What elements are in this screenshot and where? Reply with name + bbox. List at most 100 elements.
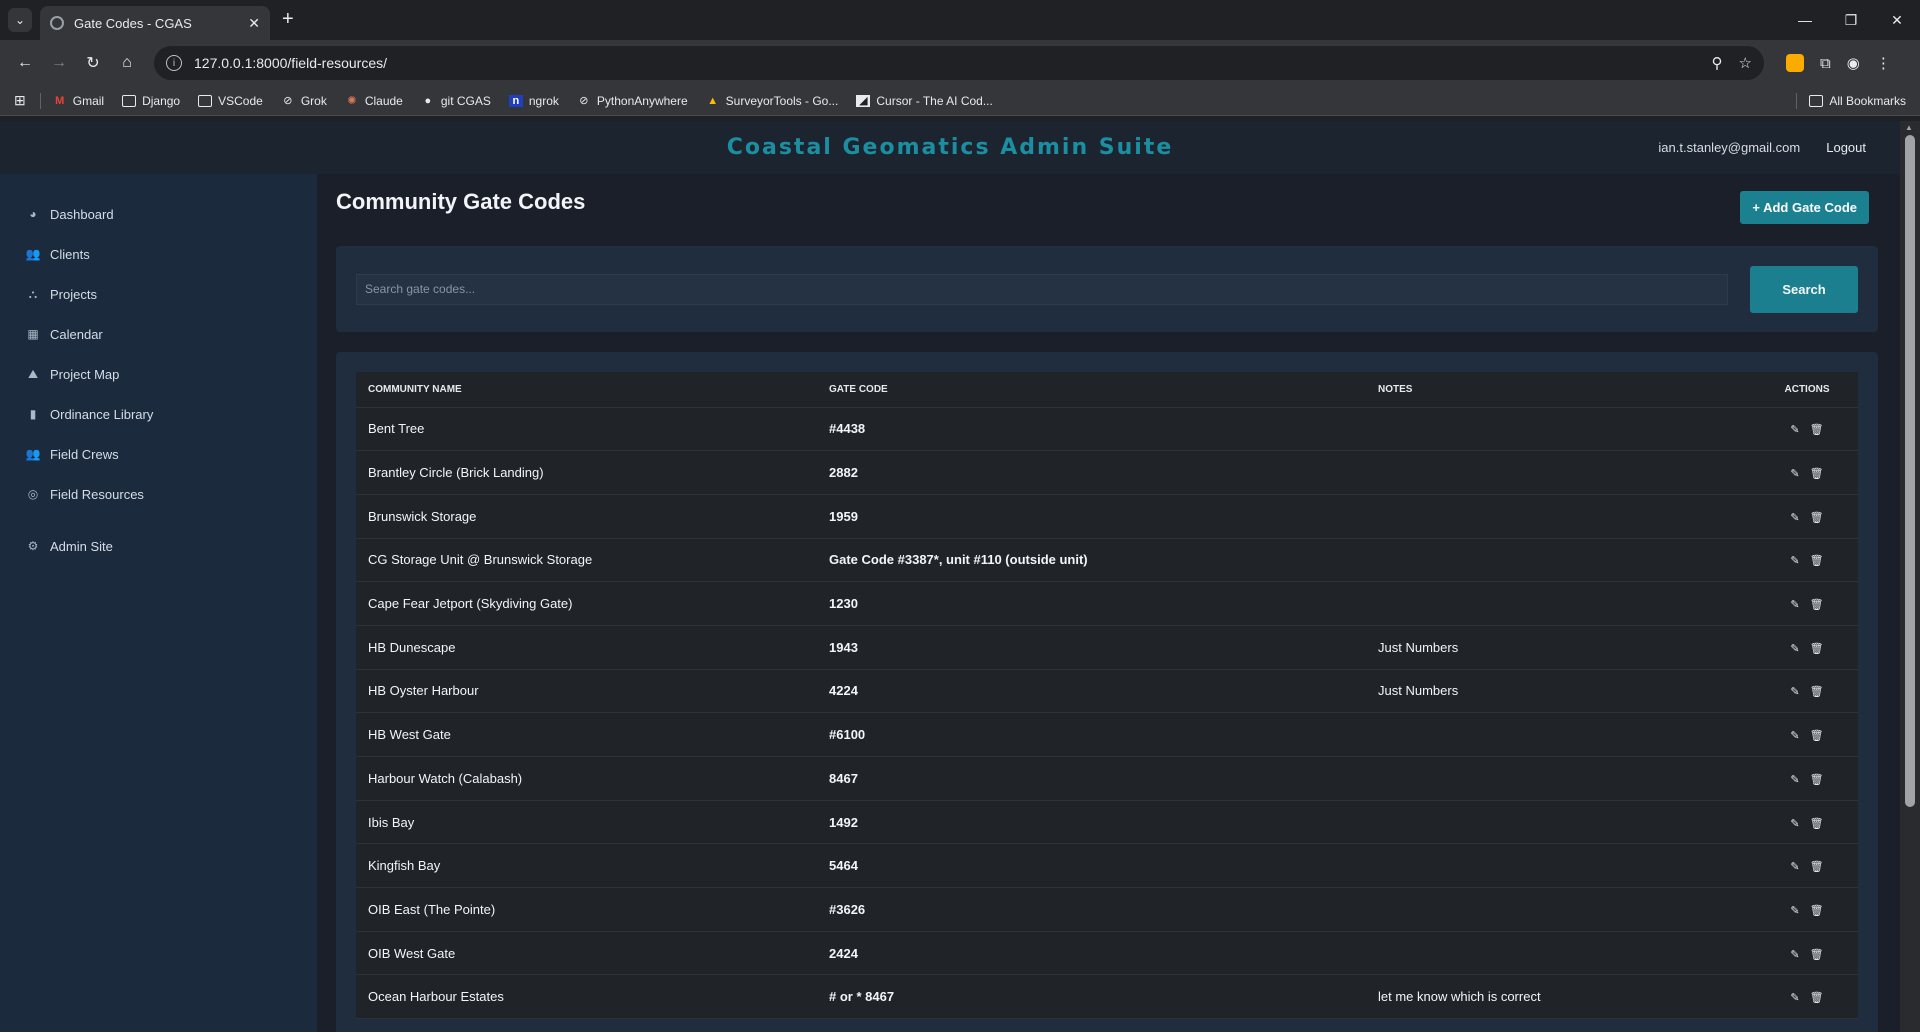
delete-icon[interactable]: 🗑 [1810,729,1824,742]
notes-cell [1366,712,1756,757]
edit-icon[interactable]: ✎ [1790,948,1799,961]
brand-title[interactable]: Coastal Geomatics Admin Suite [727,135,1174,160]
project-diagram-icon: ⛬ [28,286,38,301]
column-header-actions: ACTIONS [1756,372,1858,408]
close-window-button[interactable]: ✕ [1874,0,1920,40]
table-row: Harbour Watch (Calabash) 8467 ✎ 🗑 [356,756,1858,801]
profile-icon[interactable]: ◉ [1847,54,1860,72]
puzzle-icon[interactable]: ⧉ [1820,55,1831,72]
logout-link[interactable]: Logout [1826,140,1866,155]
sidebar-item-project-map[interactable]: ⛰ Project Map [0,354,317,394]
actions-cell: ✎ 🗑 [1756,450,1858,495]
delete-icon[interactable]: 🗑 [1810,904,1824,917]
sidebar-item-ordinance-library[interactable]: ▮ Ordinance Library [0,394,317,434]
address-bar[interactable]: i 127.0.0.1:8000/field-resources/ ⚲ ☆ [154,46,1764,80]
edit-icon[interactable]: ✎ [1790,729,1799,742]
main-content: Community Gate Codes + Add Gate Code Sea… [317,174,1900,1032]
community-name-cell: Ibis Bay [356,800,817,845]
scrollbar-thumb[interactable] [1905,135,1915,807]
minimize-button[interactable]: — [1782,0,1828,40]
edit-icon[interactable]: ✎ [1790,642,1799,655]
menu-dots-icon[interactable]: ⋮ [1876,54,1891,72]
search-button[interactable]: Search [1750,265,1858,313]
new-tab-button[interactable]: + [282,8,294,31]
community-name-cell: HB Dunescape [356,625,817,670]
browser-tab[interactable]: Gate Codes - CGAS ✕ [40,6,270,40]
bookmark-ngrok[interactable]: n ngrok [508,94,559,108]
delete-icon[interactable]: 🗑 [1810,467,1824,480]
zoom-icon[interactable]: ⚲ [1712,54,1723,72]
community-name-cell: Brantley Circle (Brick Landing) [356,450,817,495]
sidebar-item-clients[interactable]: 👥 Clients [0,234,317,274]
bookmark-pythonanywhere[interactable]: ⊘ PythonAnywhere [577,94,687,108]
search-input[interactable]: Search gate codes... [356,273,1728,305]
sidebar-item-field-crews[interactable]: 👥 Field Crews [0,434,317,474]
home-button[interactable]: ⌂ [112,48,142,78]
apps-grid-icon[interactable]: ⊞ [14,92,26,109]
edit-icon[interactable]: ✎ [1790,598,1799,611]
edit-icon[interactable]: ✎ [1790,685,1799,698]
restore-button[interactable]: ❐ [1828,0,1874,40]
table-row: Cape Fear Jetport (Skydiving Gate) 1230 ✎ 🗑 [356,581,1858,626]
bookmark-gmail[interactable]: M Gmail [53,94,104,108]
edit-icon[interactable]: ✎ [1790,773,1799,786]
forward-button[interactable]: → [44,48,74,78]
edit-icon[interactable]: ✎ [1790,467,1799,480]
notes-cell [1366,931,1756,976]
delete-icon[interactable]: 🗑 [1810,948,1824,961]
tab-search-button[interactable]: ⌄ [8,8,32,32]
sidebar-item-projects[interactable]: ⛬ Projects [0,274,317,314]
bookmark-claude[interactable]: ✺ Claude [345,94,403,108]
delete-icon[interactable]: 🗑 [1810,685,1824,698]
bookmark-star-icon[interactable]: ☆ [1739,54,1752,72]
pythonanywhere-icon: ⊘ [579,95,589,107]
bookmark-cursor[interactable]: ◢ Cursor - The AI Cod... [856,94,993,108]
edit-icon[interactable]: ✎ [1790,423,1799,436]
bookmark-grok[interactable]: ⊘ Grok [281,94,327,108]
gate-code-cell: #6100 [817,712,1366,757]
actions-cell: ✎ 🗑 [1756,756,1858,801]
gate-code-cell: 2882 [817,450,1366,495]
scroll-up-arrow[interactable]: ▲ [1905,123,1913,132]
delete-icon[interactable]: 🗑 [1810,511,1824,524]
column-header-notes: NOTES [1366,372,1756,408]
community-name-cell: Kingfish Bay [356,843,817,889]
all-bookmarks[interactable]: All Bookmarks [1809,94,1906,108]
close-tab-icon[interactable]: ✕ [248,15,260,32]
sidebar-item-dashboard[interactable]: ◕ Dashboard [0,194,317,234]
bookmark-vscode[interactable]: VSCode [198,94,263,108]
edit-icon[interactable]: ✎ [1790,904,1799,917]
edit-icon[interactable]: ✎ [1790,817,1799,830]
community-name-cell: Cape Fear Jetport (Skydiving Gate) [356,581,817,626]
reload-button[interactable]: ↻ [78,48,108,78]
delete-icon[interactable]: 🗑 [1810,423,1824,436]
back-button[interactable]: ← [10,48,40,78]
delete-icon[interactable]: 🗑 [1810,554,1824,567]
delete-icon[interactable]: 🗑 [1810,642,1824,655]
extension-icon[interactable] [1786,54,1804,72]
bookmark-surveyortools[interactable]: ▲ SurveyorTools - Go... [706,94,838,108]
edit-icon[interactable]: ✎ [1790,991,1799,1004]
edit-icon[interactable]: ✎ [1790,860,1799,873]
sidebar-item-admin-site[interactable]: ⚙ Admin Site [0,526,317,566]
site-info-icon[interactable]: i [166,55,182,71]
bookmark-git-cgas[interactable]: ● git CGAS [421,94,491,108]
search-card: Search gate codes... Search [336,246,1878,332]
delete-icon[interactable]: 🗑 [1810,598,1824,611]
gate-code-cell: #3626 [817,887,1366,932]
sidebar-item-calendar[interactable]: ▦ Calendar [0,314,317,354]
delete-icon[interactable]: 🗑 [1810,817,1824,830]
notes-cell [1366,756,1756,801]
sidebar-item-field-resources[interactable]: ◎ Field Resources [0,474,317,514]
edit-icon[interactable]: ✎ [1790,554,1799,567]
edit-icon[interactable]: ✎ [1790,511,1799,524]
add-gate-code-button[interactable]: + Add Gate Code [1740,191,1869,224]
table-row: HB West Gate #6100 ✎ 🗑 [356,712,1858,757]
delete-icon[interactable]: 🗑 [1810,991,1824,1004]
community-name-cell: OIB West Gate [356,931,817,976]
page-scrollbar[interactable]: ▲ [1900,121,1920,1032]
bookmark-django[interactable]: Django [122,94,180,108]
users-icon: 👥 [25,247,41,261]
delete-icon[interactable]: 🗑 [1810,773,1824,786]
delete-icon[interactable]: 🗑 [1810,860,1824,873]
